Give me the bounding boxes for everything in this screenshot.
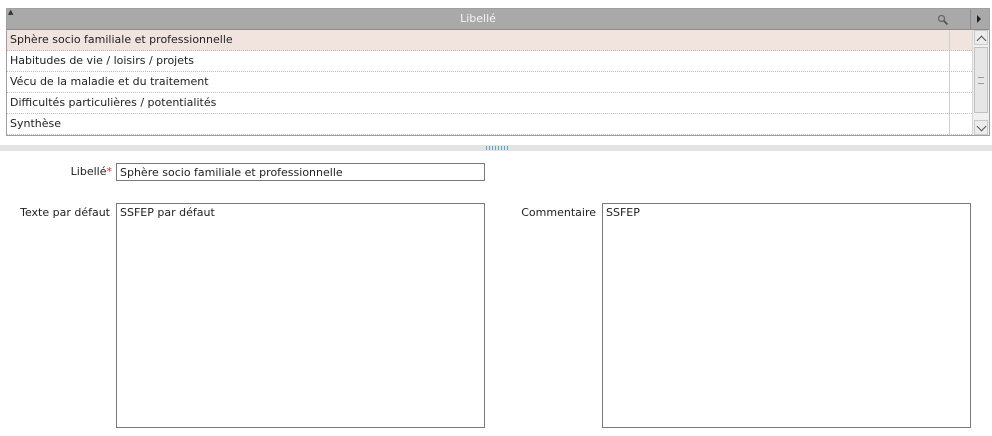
table-row[interactable]: Sphère socio familiale et professionnell… <box>7 30 972 51</box>
libelle-label: Libellé* <box>40 165 112 178</box>
grid-header: ▲ Libellé <box>7 8 989 30</box>
panel-splitter[interactable] <box>0 145 992 151</box>
required-marker: * <box>106 165 113 178</box>
table-row[interactable]: Synthèse <box>7 114 972 135</box>
row-label: Synthèse <box>10 117 62 130</box>
texte-par-defaut-textarea[interactable]: SSFEP par défaut <box>116 203 485 428</box>
table-row[interactable]: Habitudes de vie / loisirs / projets <box>7 51 972 72</box>
row-label: Vécu de la maladie et du traitement <box>10 75 209 88</box>
texte-par-defaut-label: Texte par défaut <box>20 206 110 219</box>
splitter-grip-icon[interactable] <box>486 146 510 150</box>
commentaire-textarea[interactable]: SSFEP <box>602 203 971 428</box>
row-label: Sphère socio familiale et professionnell… <box>10 33 233 46</box>
libelle-label-text: Libellé <box>70 165 107 178</box>
table-row[interactable]: Vécu de la maladie et du traitement <box>7 72 972 93</box>
vertical-scrollbar[interactable] <box>972 30 989 135</box>
grid-rows: Sphère socio familiale et professionnell… <box>7 30 972 135</box>
scroll-up-icon[interactable] <box>974 30 988 45</box>
row-label: Habitudes de vie / loisirs / projets <box>10 54 195 67</box>
table-row[interactable]: Difficultés particulières / potentialité… <box>7 93 972 114</box>
libelle-grid: ▲ Libellé Sphère socio familiale et prof… <box>6 8 990 136</box>
row-label: Difficultés particulières / potentialité… <box>10 96 217 109</box>
libelle-input[interactable] <box>116 163 485 181</box>
scroll-thumb[interactable] <box>974 47 988 113</box>
column-menu-arrow-icon[interactable] <box>970 9 986 29</box>
scroll-down-icon[interactable] <box>974 120 988 135</box>
column-header-libelle[interactable]: Libellé <box>7 9 949 29</box>
commentaire-label: Commentaire <box>521 206 596 219</box>
search-icon[interactable] <box>937 14 949 26</box>
